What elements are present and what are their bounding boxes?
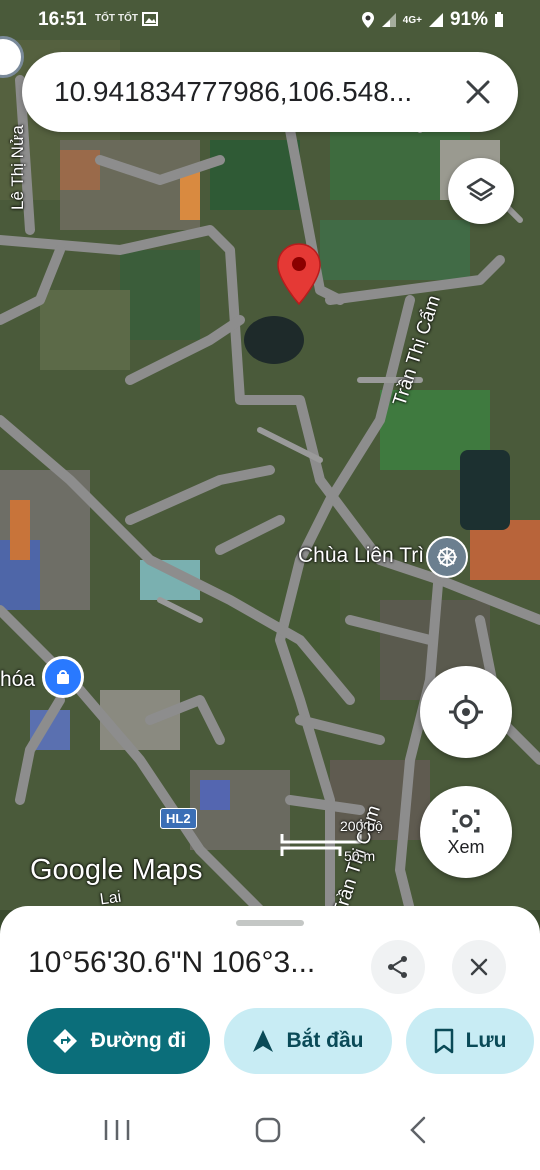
dharma-wheel-icon: [437, 547, 457, 567]
search-query[interactable]: 10.941834777986,106.548...: [54, 76, 434, 108]
poi-shop-label[interactable]: hóa: [0, 668, 35, 692]
save-label: Lưu: [465, 1029, 507, 1052]
start-button[interactable]: Bắt đầu: [224, 1008, 392, 1074]
close-sheet-button[interactable]: [452, 940, 506, 994]
lens-view-button[interactable]: Xem: [420, 786, 512, 878]
home-icon[interactable]: [254, 1116, 282, 1144]
recent-apps-icon[interactable]: [103, 1118, 131, 1142]
shop-poi-marker[interactable]: [42, 656, 84, 698]
share-button[interactable]: [371, 940, 425, 994]
signal-icon-1: [381, 13, 396, 27]
crosshair-icon: [449, 695, 483, 729]
scale-m-label: 50 m: [344, 848, 376, 864]
system-nav-bar: [0, 1090, 540, 1170]
directions-label: Đường đi: [90, 1029, 187, 1052]
google-maps-watermark: Google Maps: [30, 854, 203, 886]
battery-icon: [495, 12, 503, 27]
camera-lens-icon: [452, 809, 480, 832]
close-icon[interactable]: [464, 78, 492, 106]
temple-poi-marker[interactable]: [426, 536, 468, 578]
search-bar[interactable]: 10.941834777986,106.548...: [22, 52, 518, 132]
status-mini-icon-2: TỐT: [118, 13, 138, 24]
satellite-map[interactable]: [0, 0, 540, 910]
navigation-arrow-icon: [253, 1030, 274, 1052]
lens-view-label: Xem: [447, 836, 485, 857]
share-icon: [388, 956, 407, 978]
close-icon: [470, 958, 488, 976]
shopping-bag-icon: [57, 670, 69, 684]
directions-icon: [52, 1029, 77, 1053]
signal-icon-2: [428, 13, 443, 27]
directions-button[interactable]: Đường đi: [27, 1008, 210, 1074]
gallery-icon: [142, 12, 158, 26]
back-icon[interactable]: [408, 1116, 428, 1144]
status-mini-icon-1: TỐT: [95, 13, 115, 24]
sheet-drag-handle[interactable]: [236, 920, 304, 926]
location-icon: [361, 12, 374, 28]
start-label: Bắt đầu: [286, 1029, 364, 1052]
road-label-le-thi-nua: Lê Thị Nửa: [8, 125, 27, 210]
place-coordinates: 10°56'30.6"N 106°3...: [28, 946, 316, 979]
my-location-button[interactable]: [420, 666, 512, 758]
layers-button[interactable]: [448, 158, 514, 224]
save-button[interactable]: Lưu: [406, 1008, 534, 1074]
highway-badge: HL2: [160, 808, 197, 829]
poi-temple-label[interactable]: Chùa Liên Trì: [298, 544, 424, 568]
map-pin-icon[interactable]: [276, 242, 322, 306]
layers-icon: [466, 177, 496, 202]
status-bar: 16:51 TỐT TỐT 4G+ 91%: [0, 0, 540, 40]
battery-percent: 91%: [449, 9, 488, 30]
scale-ft-label: 200 bộ: [340, 818, 383, 834]
network-type: 4G+: [402, 14, 422, 26]
status-time: 16:51: [38, 9, 87, 30]
bookmark-icon: [434, 1028, 453, 1054]
